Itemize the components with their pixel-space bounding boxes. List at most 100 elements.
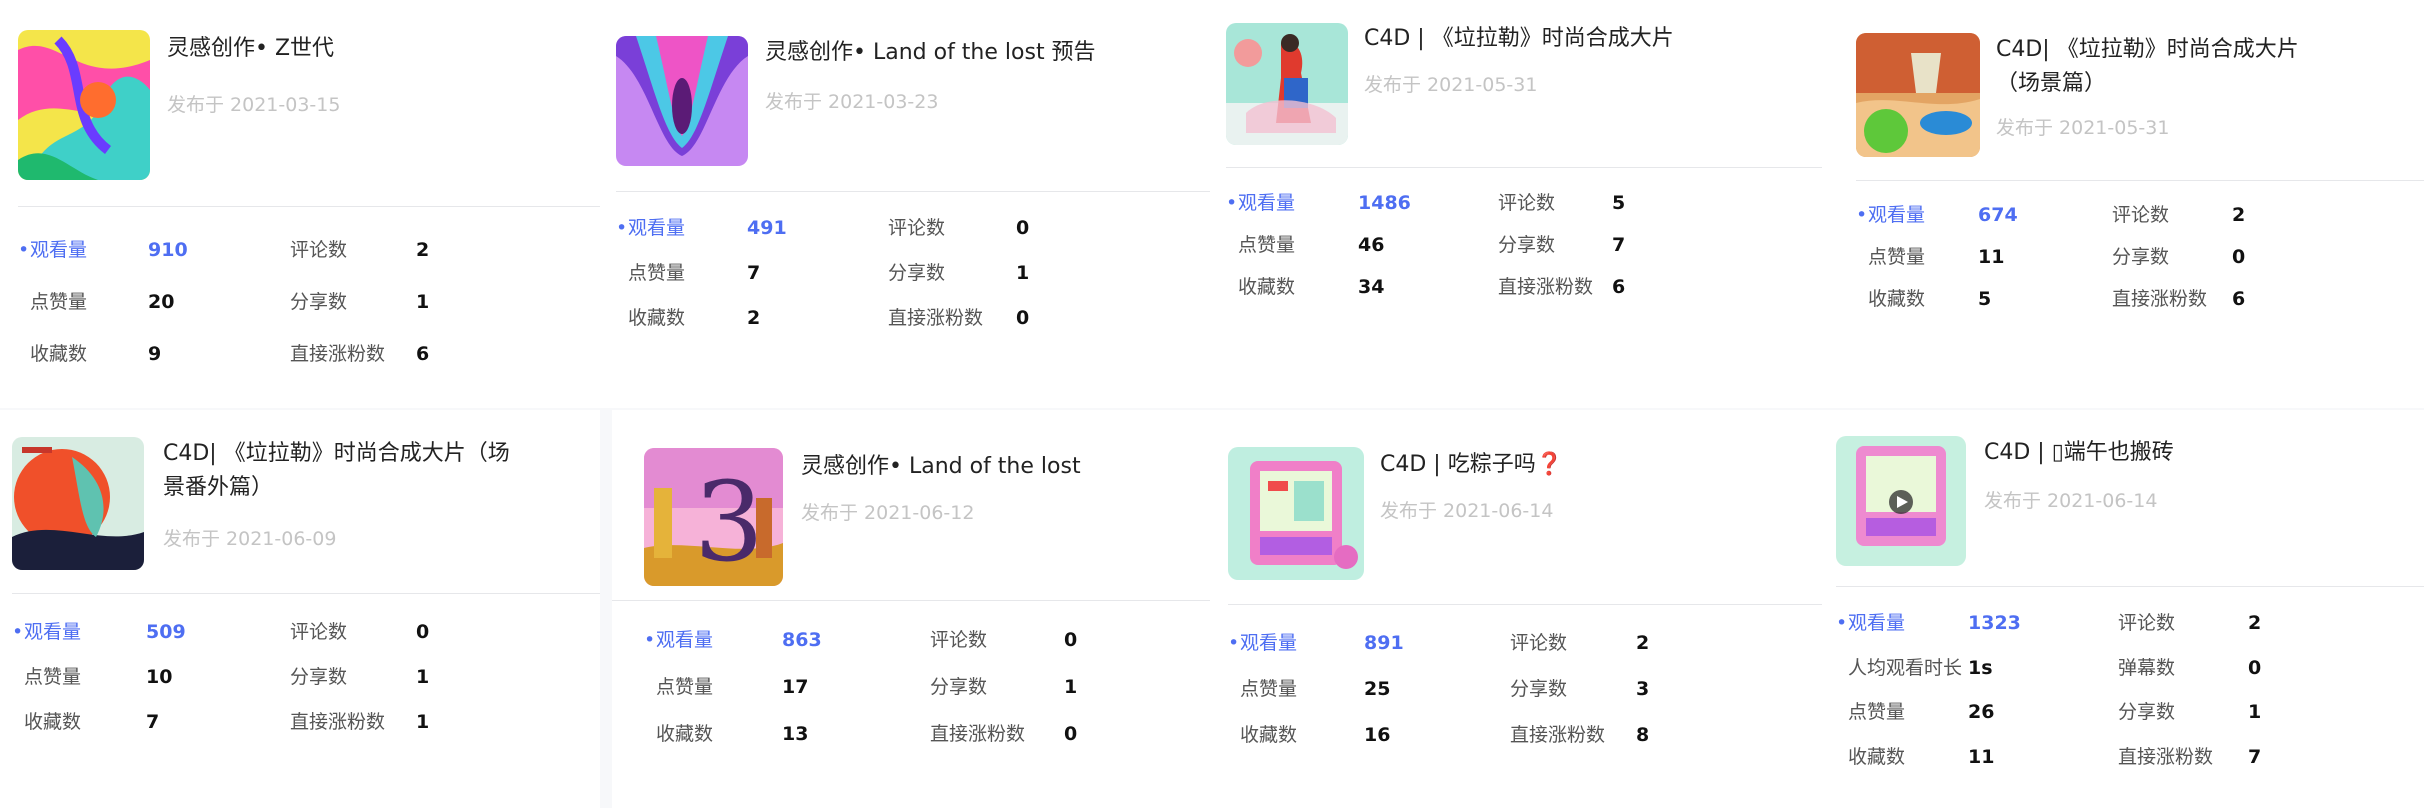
video-card[interactable]: C4D | 吃粽子吗❓ 发布于 2021-06-14 • 观看量 891 评论数 2 点赞… <box>1210 410 1822 808</box>
stats-row: 点赞量 17 分享数 1 <box>644 672 1184 702</box>
stat-label: 观看量 <box>1868 204 1926 226</box>
stat-value: 0 <box>1016 217 1030 239</box>
video-title[interactable]: C4D| 《垃拉勒》时尚合成大片（场景番外篇） <box>163 437 523 505</box>
stats-row: 收藏数 13 直接涨粉数 0 <box>644 719 1184 749</box>
stat-value: 1323 <box>1968 612 2021 634</box>
stat-value: 0 <box>1064 629 1078 651</box>
video-thumbnail[interactable] <box>1856 33 1980 157</box>
video-thumbnail[interactable] <box>1228 447 1364 580</box>
stats-row: • 观看量 910 评论数 2 <box>18 235 578 265</box>
stat-label: 直接涨粉数 <box>930 723 1026 745</box>
stat-value: 16 <box>1364 724 1391 746</box>
stat-label: 收藏数 <box>1868 288 1926 310</box>
stats-row: 收藏数 11 直接涨粉数 7 <box>1836 742 2396 772</box>
divider <box>612 600 1210 601</box>
stat-value: 7 <box>146 711 160 733</box>
stat-value: 1 <box>1064 676 1078 698</box>
video-title[interactable]: 灵感创作• Land of the lost <box>801 450 1181 484</box>
stats-grid: • 观看量 1486 评论数 5 点赞量 46 分享数 7 收藏数 34 直接涨粉数 6 <box>1226 188 1786 298</box>
stats-grid: • 观看量 491 评论数 0 点赞量 7 分享数 1 收藏数 2 直接涨粉数 0 <box>616 213 1176 329</box>
stat-label: 评论数 <box>1510 632 1568 654</box>
stats-row: 点赞量 11 分享数 0 <box>1856 242 2396 272</box>
stats-row: • 观看量 491 评论数 0 <box>616 213 1176 243</box>
stat-value: 11 <box>1968 745 1995 768</box>
stat-label: 直接涨粉数 <box>2118 745 2214 768</box>
stat-value: 9 <box>148 343 162 365</box>
stat-value: 5 <box>1978 288 1992 310</box>
stats-grid: • 观看量 910 评论数 2 点赞量 20 分享数 1 收藏数 9 直接涨粉数 6 <box>18 235 578 365</box>
stat-label: 弹幕数 <box>2118 656 2176 679</box>
video-thumbnail[interactable]: 3 <box>644 448 783 586</box>
stat-label: 观看量 <box>24 621 82 643</box>
stat-label: 人均观看时长 <box>1848 656 1963 679</box>
stat-label: 点赞量 <box>1848 701 1906 723</box>
stats-grid: • 观看量 1323 评论数 2 人均观看时长 1s 弹幕数 0 点赞量 26 分享数 1 收藏数 11 直接… <box>1836 608 2396 798</box>
stats-row: • 观看量 1323 评论数 2 <box>1836 608 2396 638</box>
stat-value: 0 <box>416 621 430 643</box>
stats-grid: • 观看量 674 评论数 2 点赞量 11 分享数 0 收藏数 5 直接涨粉数 6 <box>1856 200 2396 310</box>
publish-date: 发布于 2021-06-09 <box>163 528 337 550</box>
stat-value: 25 <box>1364 678 1391 700</box>
video-thumbnail[interactable] <box>12 437 144 570</box>
stat-label: 点赞量 <box>30 291 88 313</box>
video-title[interactable]: 灵感创作• Land of the lost 预告 <box>765 36 1185 70</box>
stat-label: 观看量 <box>1240 632 1298 654</box>
video-title[interactable]: C4D | 《垃拉勒》时尚合成大片 <box>1364 22 1784 56</box>
stat-label: 观看量 <box>1238 192 1296 214</box>
video-card[interactable]: 3 灵感创作• Land of the lost 发布于 2021-06-12 … <box>612 410 1210 808</box>
video-thumbnail[interactable] <box>1836 436 1966 566</box>
stat-label: 收藏数 <box>656 723 714 745</box>
stat-label: 收藏数 <box>30 343 88 365</box>
stat-value: 1 <box>1016 262 1030 284</box>
video-card[interactable]: 灵感创作• Land of the lost 预告 发布于 2021-03-23… <box>600 0 1210 408</box>
stats-row: • 观看量 863 评论数 0 <box>644 625 1184 655</box>
highlight-dot-icon: • <box>18 239 30 261</box>
video-thumbnail[interactable] <box>1226 23 1348 145</box>
video-thumbnail[interactable] <box>18 30 150 180</box>
video-title[interactable]: C4D | 吃粽子吗❓ <box>1380 448 1780 482</box>
video-title[interactable]: 灵感创作• Z世代 <box>167 32 567 66</box>
stats-grid: • 观看量 509 评论数 0 点赞量 10 分享数 1 收藏数 7 直接涨粉数 1 <box>12 617 572 733</box>
video-card[interactable]: C4D | 《垃拉勒》时尚合成大片 发布于 2021-05-31 • 观看量 148… <box>1210 0 1822 408</box>
stats-row: • 观看量 674 评论数 2 <box>1856 200 2396 230</box>
stat-label: 直接涨粉数 <box>1498 276 1594 298</box>
video-card[interactable]: C4D| 《垃拉勒》时尚合成大片（场景篇） 发布于 2021-05-31 • 观看… <box>1822 0 2424 408</box>
stats-row: 点赞量 20 分享数 1 <box>18 287 578 317</box>
divider <box>1836 586 2424 587</box>
stats-row: 收藏数 34 直接涨粉数 6 <box>1226 272 1786 302</box>
stat-value: 34 <box>1358 276 1385 298</box>
stats-grid: • 观看量 891 评论数 2 点赞量 25 分享数 3 收藏数 16 直接涨粉数 8 <box>1228 628 1768 768</box>
video-card[interactable]: C4D| 《垃拉勒》时尚合成大片（场景番外篇） 发布于 2021-06-09 •… <box>0 410 600 808</box>
publish-date: 发布于 2021-03-23 <box>765 91 939 113</box>
stat-label: 点赞量 <box>24 666 82 688</box>
video-thumbnail[interactable] <box>616 36 748 166</box>
stat-value: 1s <box>1968 656 1993 679</box>
stat-value: 0 <box>1064 723 1078 745</box>
stat-value: 0 <box>2232 246 2246 268</box>
stat-value: 10 <box>146 666 173 688</box>
divider <box>1228 604 1822 605</box>
highlight-dot-icon: • <box>644 629 656 651</box>
divider <box>616 191 1210 192</box>
publish-date: 发布于 2021-03-15 <box>167 94 341 116</box>
stats-row: 点赞量 7 分享数 1 <box>616 258 1176 288</box>
video-card[interactable]: 灵感创作• Z世代 发布于 2021-03-15 • 观看量 910 评论数 2 点赞量 2… <box>0 0 600 408</box>
divider <box>1856 180 2424 181</box>
stats-row: • 观看量 509 评论数 0 <box>12 617 572 647</box>
stats-row: 点赞量 26 分享数 1 <box>1836 697 2396 727</box>
stat-label: 分享数 <box>2112 246 2170 268</box>
stat-label: 评论数 <box>290 239 348 261</box>
video-card[interactable]: C4D | ▯端午也搬砖 发布于 2021-06-14 • 观看量 1323 评论数 2… <box>1822 410 2424 808</box>
stats-row: • 观看量 891 评论数 2 <box>1228 628 1768 658</box>
publish-date: 发布于 2021-05-31 <box>1996 117 2170 139</box>
stats-row: 点赞量 10 分享数 1 <box>12 662 572 692</box>
video-title[interactable]: C4D| 《垃拉勒》时尚合成大片（场景篇） <box>1996 33 2336 101</box>
svg-text:3: 3 <box>694 458 764 586</box>
video-title[interactable]: C4D | ▯端午也搬砖 <box>1984 436 2384 470</box>
publish-date: 发布于 2021-05-31 <box>1364 74 1538 96</box>
stat-value: 7 <box>2248 745 2262 768</box>
highlight-dot-icon: • <box>616 217 628 239</box>
stat-value: 7 <box>1612 234 1626 256</box>
stat-value: 2 <box>2232 204 2246 226</box>
stat-value: 20 <box>148 291 175 313</box>
